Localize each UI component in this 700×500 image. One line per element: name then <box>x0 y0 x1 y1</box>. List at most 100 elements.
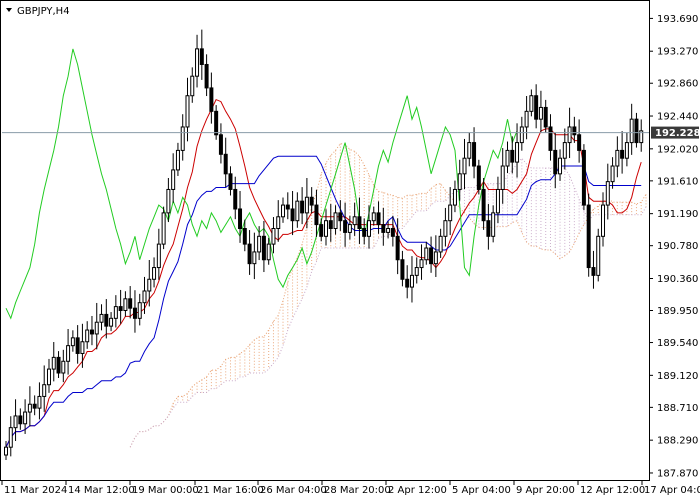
candle-body <box>218 134 223 155</box>
candle-body <box>185 95 190 128</box>
x-tick-label: 14 Mar 12:00 <box>68 485 135 496</box>
candle-body <box>228 173 233 190</box>
candle-body <box>586 204 591 269</box>
candle-body <box>132 307 137 319</box>
candle-body <box>610 165 615 183</box>
candle-body <box>572 126 577 136</box>
candle-body <box>371 212 376 222</box>
candle-body <box>166 188 171 214</box>
candle-body <box>558 157 563 175</box>
candle-body <box>491 212 496 237</box>
candle-body <box>390 228 395 237</box>
candle-body <box>328 220 333 230</box>
candle-body <box>581 149 586 206</box>
x-tick-label: 2 Apr 12:00 <box>388 485 447 496</box>
x-tick-label: 5 Apr 04:00 <box>452 485 511 496</box>
x-tick-label: 11 Mar 2024 <box>4 485 67 496</box>
candle-body <box>80 341 85 354</box>
chart-canvas[interactable]: 193.690 193.270 192.860 192.440 192.020 191.6… <box>0 0 700 500</box>
candle-body <box>295 200 300 222</box>
candle-body <box>109 317 114 327</box>
candle-body <box>629 118 634 144</box>
candle-body <box>429 247 434 265</box>
candle-body <box>615 149 620 167</box>
candle-body <box>376 212 381 226</box>
y-tick-label: 192.860 <box>657 79 698 90</box>
candle-body <box>324 220 328 237</box>
candle-body <box>634 118 639 144</box>
y-tick-label: 190.780 <box>657 241 698 252</box>
candle-body <box>472 142 477 167</box>
candle-body <box>381 224 386 233</box>
candle-body <box>209 87 214 112</box>
candle-body <box>538 106 543 120</box>
candle-body <box>510 149 515 163</box>
candle-body <box>386 228 391 233</box>
candle-body <box>27 403 32 413</box>
chart-window[interactable]: 193.690 193.270 192.860 192.440 192.020 191.6… <box>0 0 700 500</box>
candle-body <box>4 446 8 456</box>
candle-body <box>290 208 295 222</box>
candle-body <box>481 188 486 222</box>
y-tick-label: 191.610 <box>657 176 698 187</box>
y-tick-label: 189.120 <box>657 371 698 382</box>
candle-body <box>624 142 629 159</box>
candle-body <box>113 306 118 319</box>
candle-body <box>366 220 371 237</box>
candle-body <box>548 126 553 151</box>
candle-body <box>175 149 180 171</box>
x-tick-label: 21 Mar 16:00 <box>197 485 264 496</box>
candle-body <box>137 302 142 319</box>
candle-body <box>338 212 343 222</box>
candle-body <box>142 290 147 304</box>
candle-body <box>519 126 524 144</box>
candle-body <box>37 395 42 409</box>
x-tick-label: 9 Apr 20:00 <box>516 485 575 496</box>
candle-body <box>395 235 400 261</box>
candle-body <box>266 243 271 261</box>
candle-body <box>85 329 90 343</box>
y-tick-label: 189.950 <box>657 306 698 317</box>
candle-body <box>515 142 520 163</box>
y-tick-label: 188.710 <box>657 403 698 414</box>
candle-body <box>70 337 75 347</box>
candle-body <box>61 360 66 374</box>
candle-body <box>414 267 419 276</box>
candle-body <box>300 200 305 214</box>
candle-body <box>591 267 596 276</box>
candle-body <box>285 204 290 210</box>
x-tick-label: 19 Mar 00:00 <box>132 485 199 496</box>
candle-body <box>405 278 410 288</box>
candle-body <box>199 48 204 65</box>
candle-body <box>46 368 51 386</box>
candle-body <box>156 243 161 269</box>
candle-body <box>605 181 610 206</box>
candle-body <box>190 75 195 97</box>
candle-body <box>252 251 257 265</box>
time-axis: 11 Mar 2024 14 Mar 12:0019 Mar 00:0021 Ma… <box>1 481 700 496</box>
candle-body <box>281 204 286 218</box>
candle-body <box>529 95 534 112</box>
symbol-label: GBPJPY,H4 <box>17 6 70 17</box>
candle-body <box>505 149 510 167</box>
candle-body <box>257 235 262 253</box>
candle-body <box>123 298 128 312</box>
candle-body <box>534 95 539 120</box>
candle-body <box>476 165 481 190</box>
candle-body <box>314 204 319 226</box>
candle-body <box>128 298 133 309</box>
candle-body <box>309 196 314 206</box>
candle-body <box>304 196 309 214</box>
candle-body <box>204 63 209 89</box>
candle-body <box>180 126 185 151</box>
candle-body <box>161 212 166 245</box>
candle-body <box>448 204 453 222</box>
plot-frame <box>0 0 650 481</box>
candle-body <box>51 356 56 370</box>
candle-body <box>8 427 13 448</box>
candle-body <box>596 235 601 276</box>
candle-body <box>32 403 37 409</box>
candle-body <box>319 224 324 237</box>
price-tag-value: 192.228 <box>655 128 700 139</box>
candle-body <box>457 173 462 190</box>
